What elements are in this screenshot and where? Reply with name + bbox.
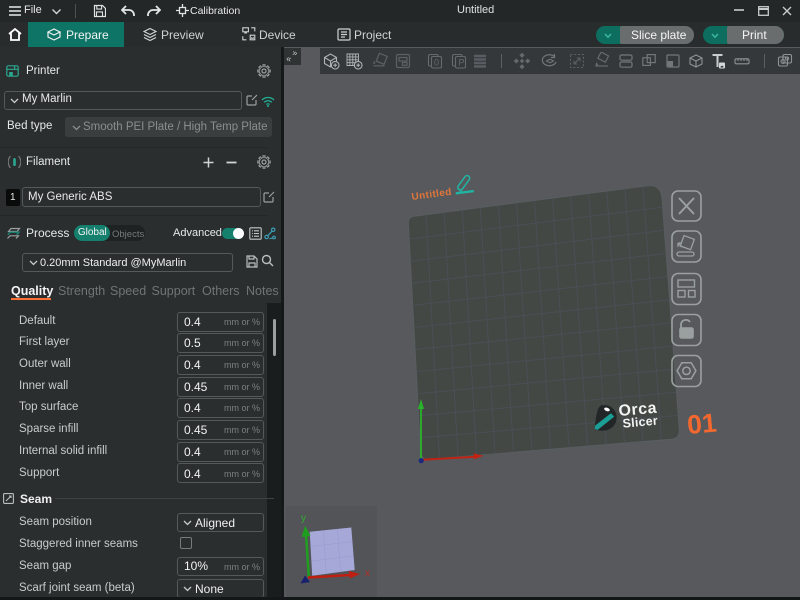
- svg-text:P: P: [459, 58, 465, 68]
- svg-text:01: 01: [686, 408, 718, 440]
- svg-text:x: x: [365, 568, 370, 579]
- svg-text:0: 0: [434, 58, 439, 68]
- svg-text:y: y: [301, 513, 306, 524]
